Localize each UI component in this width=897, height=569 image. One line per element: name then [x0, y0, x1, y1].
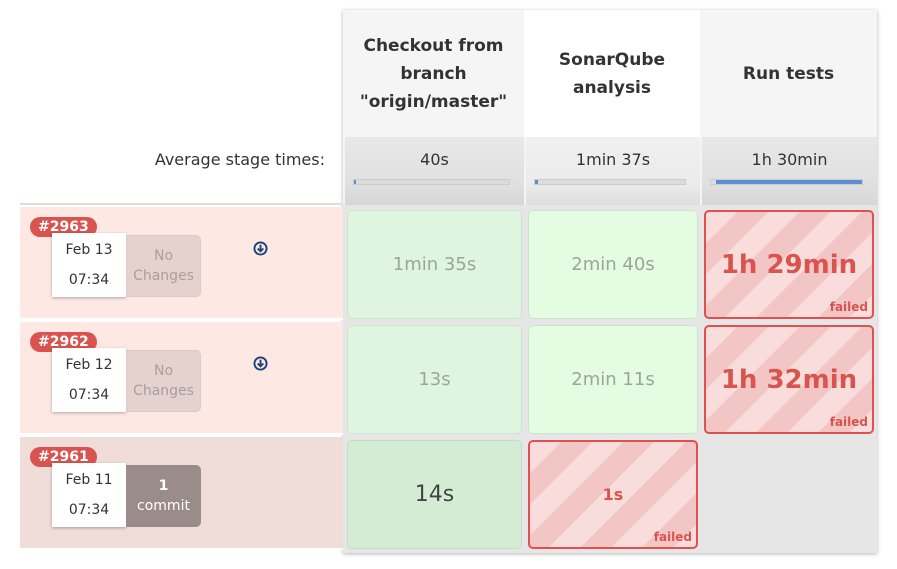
time: 07:34: [68, 387, 110, 403]
failed-label: failed: [829, 300, 868, 314]
time: 07:34: [68, 502, 110, 518]
stage-cell[interactable]: 2min 40s: [528, 210, 698, 319]
stage-header-sonarqube: SonarQube analysis: [524, 10, 700, 137]
stage-header-checkout: Checkout from branch "origin/master": [343, 10, 524, 137]
changes-box[interactable]: No Changes: [126, 350, 201, 412]
build-date: Feb 13 07:34: [52, 233, 126, 297]
stage-cell-failed[interactable]: 1h 29min failed: [704, 210, 874, 319]
average-stage-times-label: Average stage times:: [20, 137, 343, 205]
build-date: Feb 11 07:34: [52, 463, 126, 527]
stage-header-run-tests: Run tests: [700, 10, 877, 137]
build-row-2963[interactable]: #2963 Feb 13 07:34 No Changes: [20, 207, 343, 320]
build-row-2962[interactable]: #2962 Feb 12 07:34 No Changes: [20, 322, 343, 435]
avg-progress-bar: [710, 179, 863, 185]
time: 07:34: [68, 272, 110, 288]
duration: 1h 29min: [720, 249, 858, 280]
avg-value: 1min 37s: [575, 150, 651, 169]
build-date: Feb 12 07:34: [52, 348, 126, 412]
avg-time-sonarqube: 1min 37s: [524, 137, 700, 205]
download-icon[interactable]: [253, 356, 268, 371]
date: Feb 11: [65, 472, 113, 488]
download-icon[interactable]: [253, 241, 268, 256]
stage-cell[interactable]: 14s: [347, 440, 522, 549]
avg-progress-bar: [534, 179, 686, 185]
duration: 1s: [602, 485, 624, 504]
date: Feb 12: [65, 357, 113, 373]
failed-label: failed: [653, 530, 692, 544]
commit-count: 1: [158, 478, 169, 494]
commit-label: commit: [137, 498, 190, 514]
stage-cell[interactable]: 2min 11s: [528, 325, 698, 434]
avg-time-run-tests: 1h 30min: [700, 137, 877, 205]
avg-value: 1h 30min: [751, 150, 828, 169]
stage-cell[interactable]: 13s: [347, 325, 522, 434]
avg-time-checkout: 40s: [343, 137, 524, 205]
failed-label: failed: [829, 415, 868, 429]
stage-cell-failed[interactable]: 1h 32min failed: [704, 325, 874, 434]
changes-box[interactable]: 1 commit: [126, 465, 201, 527]
stage-cell[interactable]: 1min 35s: [347, 210, 522, 319]
build-row-2961[interactable]: #2961 Feb 11 07:34 1 commit: [20, 437, 343, 550]
duration: 1h 32min: [720, 364, 858, 395]
date: Feb 13: [65, 242, 113, 258]
stage-cell-failed[interactable]: 1s failed: [528, 440, 698, 549]
changes-box[interactable]: No Changes: [126, 235, 201, 297]
avg-value: 40s: [420, 150, 449, 169]
avg-progress-bar: [353, 179, 510, 185]
